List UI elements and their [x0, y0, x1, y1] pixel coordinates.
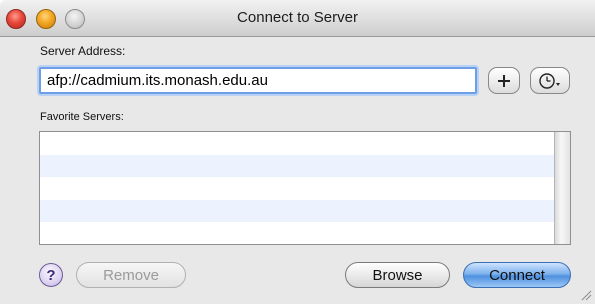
- server-address-input[interactable]: afp://cadmium.its.monash.edu.au: [39, 67, 477, 94]
- resize-grip-icon[interactable]: [580, 289, 592, 301]
- connect-button[interactable]: Connect: [463, 262, 571, 288]
- list-item[interactable]: [40, 154, 554, 177]
- recent-servers-button[interactable]: [530, 67, 570, 94]
- help-icon: ?: [46, 266, 56, 284]
- window-title: Connect to Server: [237, 9, 358, 26]
- list-item[interactable]: [40, 199, 554, 222]
- chevron-down-icon: [556, 82, 560, 86]
- favorite-servers-label: Favorite Servers:: [40, 111, 124, 123]
- server-address-label: Server Address:: [40, 44, 126, 58]
- clock-icon: [539, 72, 560, 89]
- list-item[interactable]: [40, 177, 554, 200]
- title-bar: Connect to Server: [0, 0, 595, 37]
- plus-icon: [498, 74, 510, 87]
- list-item[interactable]: [40, 132, 554, 155]
- browse-button[interactable]: Browse: [345, 262, 450, 288]
- remove-button[interactable]: Remove: [76, 262, 186, 288]
- add-favorite-button[interactable]: [488, 67, 520, 94]
- list-item[interactable]: [40, 222, 554, 244]
- favorite-servers-list[interactable]: [39, 131, 571, 245]
- vertical-scrollbar[interactable]: [554, 132, 570, 244]
- help-button[interactable]: ?: [39, 263, 63, 287]
- connect-to-server-window: Connect to Server Server Address: afp://…: [0, 0, 595, 304]
